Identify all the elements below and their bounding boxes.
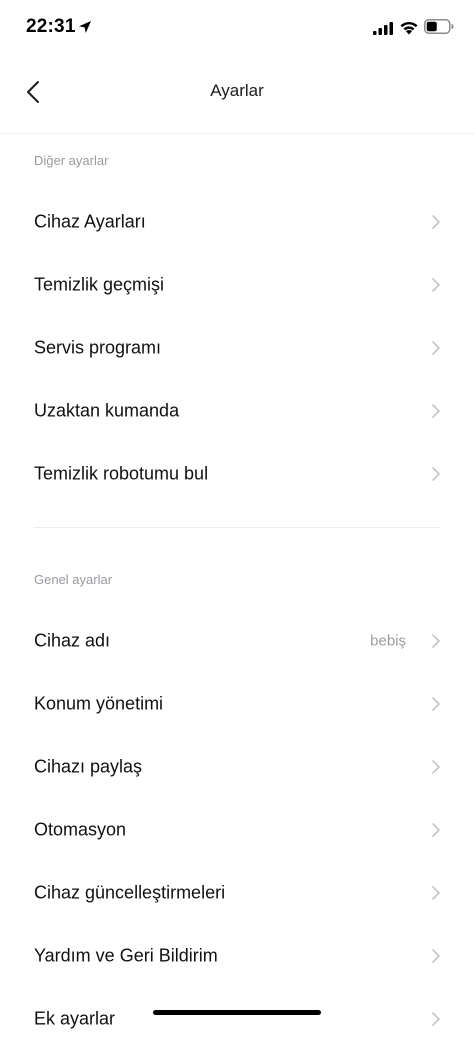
chevron-right-icon [432, 1011, 440, 1026]
section-divider [34, 527, 440, 528]
list-item-service-schedule[interactable]: Servis programı [0, 316, 474, 379]
battery-icon [424, 19, 454, 34]
list-item-label: Temizlik robotumu bul [34, 463, 209, 483]
section-header-general-settings: Genel ayarlar [34, 572, 113, 587]
cellular-signal-icon [373, 22, 393, 35]
navigation-bar: Ayarlar [0, 56, 474, 134]
chevron-right-icon [432, 696, 440, 711]
list-item-label: Cihaz Ayarları [34, 211, 146, 231]
list-item-label: Cihaz güncelleştirmeleri [34, 882, 226, 902]
general-settings-list: Cihaz adı bebiş Konum yönetimi Cihazı pa… [0, 609, 474, 1050]
list-item-label: Otomasyon [34, 819, 127, 839]
list-item-share-device[interactable]: Cihazı paylaş [0, 735, 474, 798]
list-item-cleaning-history[interactable]: Temizlik geçmişi [0, 253, 474, 316]
chevron-right-icon [432, 822, 440, 837]
page-title: Ayarlar [210, 81, 264, 100]
list-item-label: Ek ayarlar [34, 1008, 116, 1028]
section-header-other-settings: Diğer ayarlar [34, 153, 109, 168]
list-item-help-feedback[interactable]: Yardım ve Geri Bildirim [0, 924, 474, 987]
list-item-find-robot[interactable]: Temizlik robotumu bul [0, 442, 474, 505]
list-item-device-name[interactable]: Cihaz adı bebiş [0, 609, 474, 672]
list-item-device-settings[interactable]: Cihaz Ayarları [0, 190, 474, 253]
home-indicator[interactable] [153, 1010, 321, 1015]
location-arrow-icon [79, 21, 91, 33]
list-item-label: Cihazı paylaş [34, 756, 143, 776]
list-item-label: Servis programı [34, 337, 162, 357]
chevron-right-icon [432, 466, 440, 481]
status-bar: 22:31 [0, 0, 474, 56]
chevron-right-icon [432, 759, 440, 774]
chevron-right-icon [432, 340, 440, 355]
list-item-remote-control[interactable]: Uzaktan kumanda [0, 379, 474, 442]
chevron-right-icon [432, 277, 440, 292]
list-item-label: Uzaktan kumanda [34, 400, 180, 420]
list-item-device-updates[interactable]: Cihaz güncelleştirmeleri [0, 861, 474, 924]
other-settings-list: Cihaz Ayarları Temizlik geçmişi Servis p… [0, 190, 474, 505]
list-item-automation[interactable]: Otomasyon [0, 798, 474, 861]
chevron-right-icon [432, 403, 440, 418]
status-time: 22:31 [26, 16, 76, 37]
list-item-label: Cihaz adı [34, 630, 111, 650]
wifi-icon [400, 21, 418, 35]
list-item-location-management[interactable]: Konum yönetimi [0, 672, 474, 735]
chevron-right-icon [432, 633, 440, 648]
list-item-additional-settings[interactable]: Ek ayarlar [0, 987, 474, 1050]
list-item-label: Temizlik geçmişi [34, 274, 165, 294]
chevron-right-icon [432, 885, 440, 900]
chevron-right-icon [432, 214, 440, 229]
list-item-label: Yardım ve Geri Bildirim [34, 945, 218, 965]
device-name-value: bebiş [370, 632, 406, 649]
chevron-right-icon [432, 948, 440, 963]
settings-content: Diğer ayarlar Cihaz Ayarları Temizlik ge… [0, 134, 474, 1050]
list-item-label: Konum yönetimi [34, 693, 164, 713]
